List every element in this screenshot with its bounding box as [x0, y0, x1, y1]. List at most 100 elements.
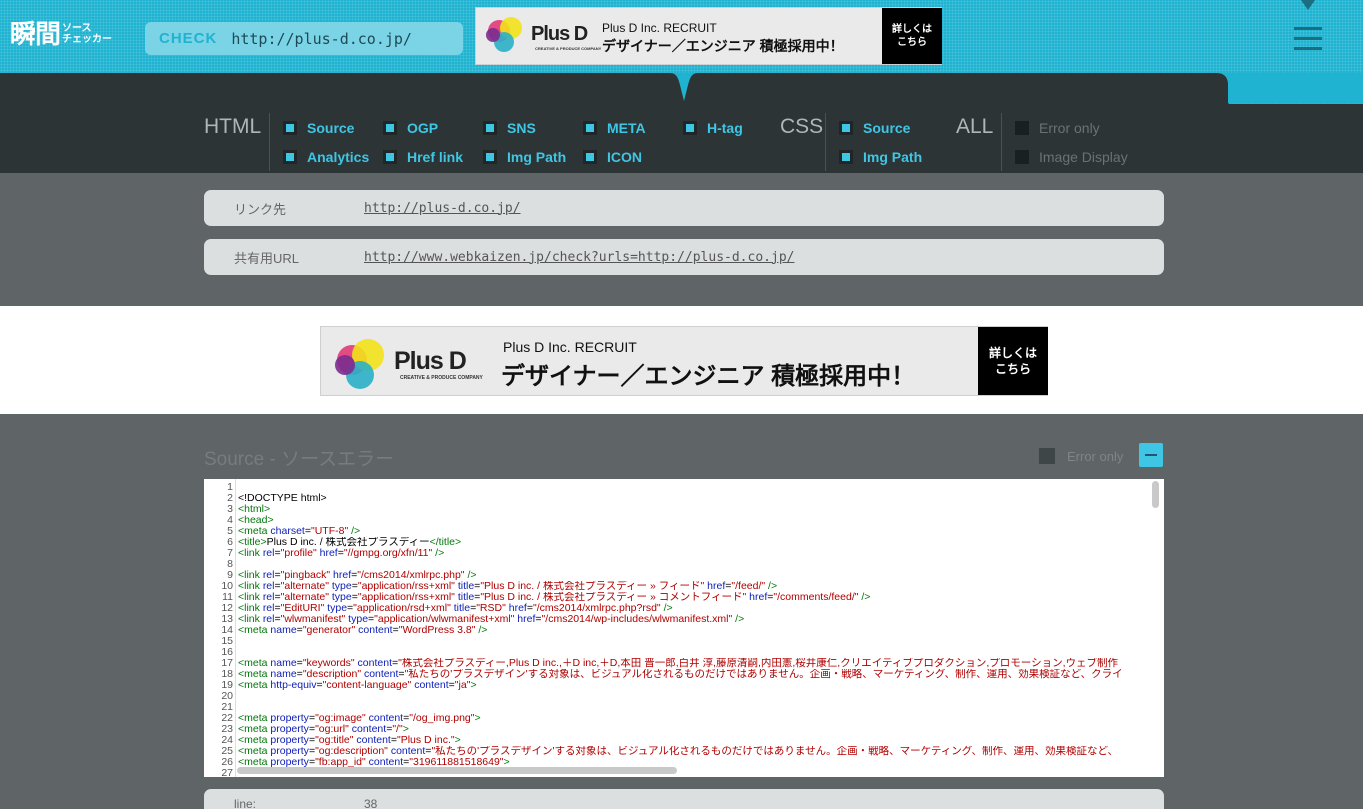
logo-sub-line-2: チェッカー	[62, 34, 113, 45]
link-target-url[interactable]: http://plus-d.co.jp/	[364, 201, 521, 216]
scroll-thumb[interactable]	[1152, 481, 1159, 508]
line-content: <link rel="pingback" href="/cms2014/xmlr…	[238, 570, 477, 581]
line-content: <head>	[238, 515, 274, 526]
code-line: 20	[204, 691, 1164, 702]
checkbox-icon	[839, 150, 853, 164]
line-content: <meta name="description" content="私たちの'プ…	[238, 669, 1123, 680]
option-label: Error only	[1039, 120, 1100, 136]
option-label: Source	[307, 120, 355, 136]
html-htag-checkbox[interactable]: H-tag	[683, 120, 743, 136]
all-separator	[1001, 113, 1002, 171]
code-line: 3 <html>	[204, 504, 1164, 515]
html-icon-checkbox[interactable]: ICON	[583, 149, 642, 165]
code-line: 11 <link rel="alternate" type="applicatio…	[204, 592, 1164, 603]
error-only-label: Error only	[1067, 448, 1124, 464]
code-line: 10 <link rel="alternate" type="applicatio…	[204, 581, 1164, 592]
html-href-link-checkbox[interactable]: Href link	[383, 149, 463, 165]
share-url-label: 共有用URL	[234, 250, 300, 266]
all-group-title: ALL	[956, 115, 994, 138]
link-target-label: リンク先	[234, 201, 287, 217]
html-meta-checkbox[interactable]: META	[583, 120, 646, 136]
checkbox-icon	[1039, 448, 1055, 464]
option-label: Source	[863, 120, 911, 136]
code-line: 9 <link rel="pingback" href="/cms2014/xml…	[204, 570, 1164, 581]
line-content	[233, 702, 1138, 713]
html-ogp-checkbox[interactable]: OGP	[383, 120, 438, 136]
cta-line-2: こちら	[897, 37, 927, 48]
menu-arrow-icon	[1301, 0, 1315, 10]
code-line: 25 <meta property="og:description" conten…	[204, 746, 1164, 757]
checkbox-icon	[1015, 150, 1029, 164]
line-content: <!DOCTYPE html>	[238, 493, 327, 504]
collapse-minus-icon[interactable]	[1139, 443, 1163, 467]
banner-cta-button[interactable]: 詳しくは こちら	[978, 327, 1048, 395]
url-input[interactable]	[231, 29, 462, 48]
code-line: 12 <link rel="EditURI" type="application/…	[204, 603, 1164, 614]
check-url-box: CHECK	[145, 22, 463, 55]
code-line: 21	[204, 702, 1164, 713]
line-content	[233, 647, 1138, 658]
code-line: 14 <meta name="generator" content="WordPr…	[204, 625, 1164, 636]
code-line: 7 <link rel="profile" href="//gmpg.org/xf…	[204, 548, 1164, 559]
recruit-banner-top[interactable]: Plus D CREATIVE & PRODUCE COMPANY Plus D…	[475, 7, 942, 65]
option-label: ICON	[607, 149, 642, 165]
app-logo[interactable]: 瞬間 ソース チェッカー	[10, 20, 112, 48]
vertical-scrollbar[interactable]	[1151, 481, 1160, 777]
css-group-title: CSS	[780, 115, 824, 138]
option-label: Img Path	[507, 149, 567, 165]
line-content: <meta property="og:image" content="/og_i…	[238, 713, 481, 724]
banner-cta-button[interactable]: 詳しくは こちら	[882, 8, 942, 64]
code-line: 6 <title>Plus D inc. / 株式会社プラスディー</title>	[204, 537, 1164, 548]
source-error-only-toggle[interactable]: Error only	[1039, 448, 1123, 464]
all-image-display-checkbox[interactable]: Image Display	[1015, 149, 1128, 165]
horizontal-scrollbar[interactable]	[237, 767, 677, 774]
css-separator	[825, 113, 826, 171]
hamburger-menu-icon[interactable]	[1294, 27, 1322, 53]
banner-brand-sub: CREATIVE & PRODUCE COMPANY	[535, 46, 602, 51]
html-group-title: HTML	[204, 115, 262, 138]
line-content: <link rel="alternate" type="application/…	[238, 581, 778, 592]
code-line: 8	[204, 559, 1164, 570]
banner-headline: デザイナー／エンジニア 積極採用中！	[602, 38, 844, 54]
checkbox-icon	[683, 121, 697, 135]
source-code-viewer[interactable]: 1 2 <!DOCTYPE html> 3 <html> 4 <head> 5 <meta ch…	[204, 479, 1164, 777]
option-label: Image Display	[1039, 149, 1128, 165]
line-content: <meta charset="UTF-8" />	[238, 526, 361, 537]
line-content: <meta property="og:title" content="Plus …	[238, 735, 461, 746]
code-line: 16	[204, 647, 1164, 658]
all-error-only-checkbox[interactable]: Error only	[1015, 120, 1100, 136]
option-label: Analytics	[307, 149, 370, 165]
banner-headline: デザイナー／エンジニア 積極採用中！	[501, 363, 916, 390]
line-content: <meta property="og:description" content=…	[238, 746, 1118, 757]
checkbox-icon	[839, 121, 853, 135]
html-source-checkbox[interactable]: Source	[283, 120, 354, 136]
option-label: META	[607, 120, 646, 136]
recruit-banner-main[interactable]: Plus D CREATIVE & PRODUCE COMPANY Plus D…	[320, 326, 1048, 396]
option-label: SNS	[507, 120, 536, 136]
line-content: <meta http-equiv="content-language" cont…	[238, 680, 477, 691]
logo-sub-text: ソース チェッカー	[62, 23, 112, 45]
banner-brand: Plus D	[394, 347, 467, 375]
html-img-path-checkbox[interactable]: Img Path	[483, 149, 566, 165]
nav-notch-shape	[0, 73, 1363, 103]
check-label: CHECK	[159, 30, 218, 47]
css-source-checkbox[interactable]: Source	[839, 120, 910, 136]
line-content	[233, 559, 1138, 570]
checkbox-icon	[583, 121, 597, 135]
checkbox-icon	[483, 150, 497, 164]
line-content: <link rel="EditURI" type="application/rs…	[238, 603, 673, 614]
css-img-path-checkbox[interactable]: Img Path	[839, 149, 922, 165]
banner-title: Plus D Inc. RECRUIT	[602, 21, 717, 35]
html-analytics-checkbox[interactable]: Analytics	[283, 149, 369, 165]
share-url-link[interactable]: http://www.webkaizen.jp/check?urls=http:…	[364, 250, 794, 265]
checkbox-icon	[383, 150, 397, 164]
code-lines: 1 2 <!DOCTYPE html> 3 <html> 4 <head> 5 <meta ch…	[204, 482, 1164, 778]
line-content: <link rel="wlwmanifest" type="applicatio…	[238, 614, 745, 625]
option-label: H-tag	[707, 120, 743, 136]
code-line: 15	[204, 636, 1164, 647]
code-line: 4 <head>	[204, 515, 1164, 526]
code-line: 18 <meta name="description" content="私たちの…	[204, 669, 1164, 680]
html-sns-checkbox[interactable]: SNS	[483, 120, 536, 136]
source-section-title: Source - ソースエラー	[204, 449, 395, 470]
line-content: <link rel="profile" href="//gmpg.org/xfn…	[238, 548, 445, 559]
